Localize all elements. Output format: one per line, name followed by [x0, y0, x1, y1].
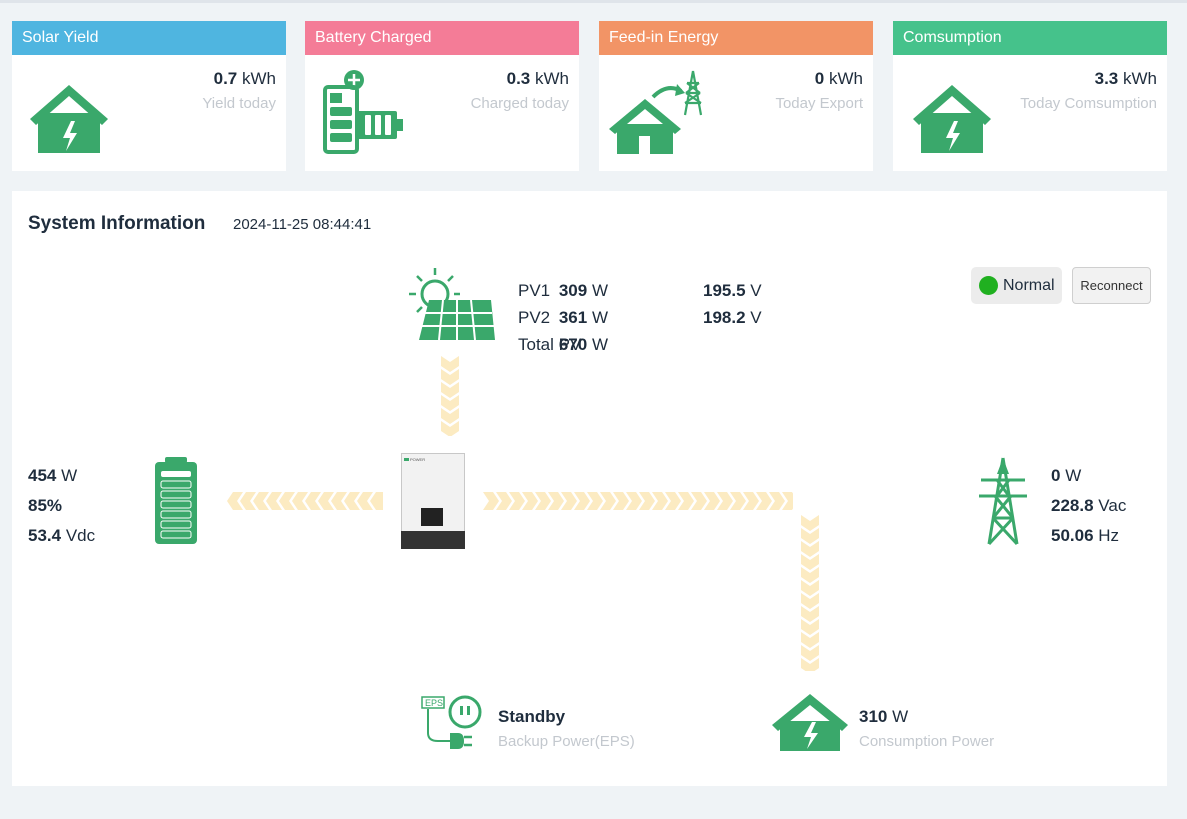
pv-power: 670 W — [558, 335, 608, 354]
yield-label: Yield today — [202, 95, 276, 112]
card-solar-yield: Solar Yield 0.7 kWh Yield today — [12, 21, 286, 171]
card-consumption: Comsumption 3.3 kWh Today Comsumption — [893, 21, 1167, 171]
status-badge: Normal — [971, 267, 1062, 304]
load-label: Consumption Power — [859, 733, 995, 750]
flow-chevron — [483, 492, 499, 510]
card-title: Comsumption — [893, 21, 1167, 55]
charged-label: Charged today — [470, 95, 569, 112]
pv-label: PV2 — [518, 308, 551, 327]
timestamp: 2024-11-25 08:44:41 — [233, 216, 372, 233]
card-title: Solar Yield — [12, 21, 286, 55]
status-dot-icon — [979, 276, 998, 295]
pv-voltage: 195.5 V — [703, 281, 762, 300]
grid-flow-arrow — [483, 492, 798, 510]
card-battery-charged: Battery Charged 0.3 kWh Charged today — [305, 21, 579, 171]
battery-flow-arrow — [227, 492, 383, 510]
battery-voltage: 53.4 Vdc — [28, 526, 96, 545]
pv-table: PV1 309 W 195.5 V PV2 361 W 198.2 V Tota… — [518, 281, 818, 362]
card-title: Battery Charged — [305, 21, 579, 55]
grid-frequency: 50.06 Hz — [1051, 526, 1120, 545]
house-tower-export-icon — [607, 69, 707, 159]
pv-row: Total PV 670 W — [518, 335, 818, 362]
consumption-value: 3.3 kWh — [1094, 69, 1157, 88]
battery-icon — [153, 457, 199, 545]
charged-value: 0.3 kWh — [506, 69, 569, 88]
yield-value: 0.7 kWh — [213, 69, 276, 88]
pv-row: PV2 361 W 198.2 V — [518, 308, 818, 335]
battery-power: 454 W — [28, 466, 78, 485]
flow-chevron — [801, 515, 819, 531]
solar-panel-icon — [405, 264, 497, 344]
inverter-icon: POWER — [401, 453, 465, 549]
card-feed-in-energy: Feed-in Energy 0 kWh Today Export — [599, 21, 873, 171]
consumption-label: Today Comsumption — [1020, 95, 1157, 112]
feed-in-label: Today Export — [775, 95, 863, 112]
top-border — [0, 0, 1187, 3]
house-bolt-icon — [770, 691, 850, 751]
reconnect-button[interactable]: Reconnect — [1072, 267, 1151, 304]
load-flow-arrow — [801, 515, 819, 674]
grid-info: 0 W 228.8 Vac 50.06 Hz — [1051, 461, 1126, 551]
battery-plus-icon — [321, 69, 411, 159]
grid-voltage: 228.8 Vac — [1051, 496, 1127, 515]
eps-status: Standby — [498, 707, 566, 726]
grid-tower-icon — [977, 456, 1029, 546]
pv-row: PV1 309 W 195.5 V — [518, 281, 818, 308]
eps-label: Backup Power(EPS) — [498, 733, 635, 750]
eps-plug-icon: EPS — [420, 695, 482, 753]
grid-power: 0 W — [1051, 466, 1082, 485]
pv-power: 361 W — [558, 308, 608, 327]
house-bolt-icon — [26, 67, 116, 157]
card-title: Feed-in Energy — [599, 21, 873, 55]
panel-title: System Information — [28, 213, 206, 234]
house-bolt-icon — [911, 67, 1001, 157]
battery-info: 454 W 85% 53.4 Vdc — [28, 461, 95, 551]
battery-soc: 85% — [28, 496, 63, 515]
feed-in-value: 0 kWh — [814, 69, 863, 88]
status-text: Normal — [1003, 277, 1055, 294]
eps-tag: EPS — [425, 698, 443, 708]
pv-label: PV1 — [518, 281, 551, 300]
system-information-panel: System Information 2024-11-25 08:44:41 N… — [12, 191, 1167, 786]
load-power: 310 W — [859, 707, 909, 726]
pv-power: 309 W — [558, 281, 608, 300]
pv-flow-arrow — [441, 356, 459, 437]
inverter-brand: POWER — [410, 457, 425, 462]
pv-voltage: 198.2 V — [703, 308, 762, 327]
